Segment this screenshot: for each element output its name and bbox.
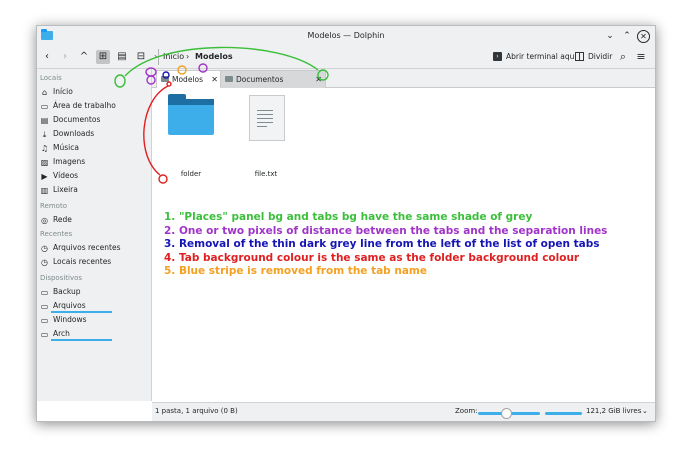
orange-circle <box>177 65 187 75</box>
red-arrow-curve <box>143 85 169 176</box>
red-circle-folder <box>158 174 168 184</box>
green-circle-tabs <box>317 69 329 81</box>
purple-circle-3 <box>198 63 208 73</box>
blue-circle <box>162 71 170 79</box>
annotation-marks <box>114 46 329 184</box>
purple-circle-1 <box>145 67 157 77</box>
green-circle-places <box>114 74 126 88</box>
green-arrow-curve <box>124 46 319 77</box>
purple-circle-2 <box>146 75 156 85</box>
red-circle-tab <box>166 81 172 87</box>
